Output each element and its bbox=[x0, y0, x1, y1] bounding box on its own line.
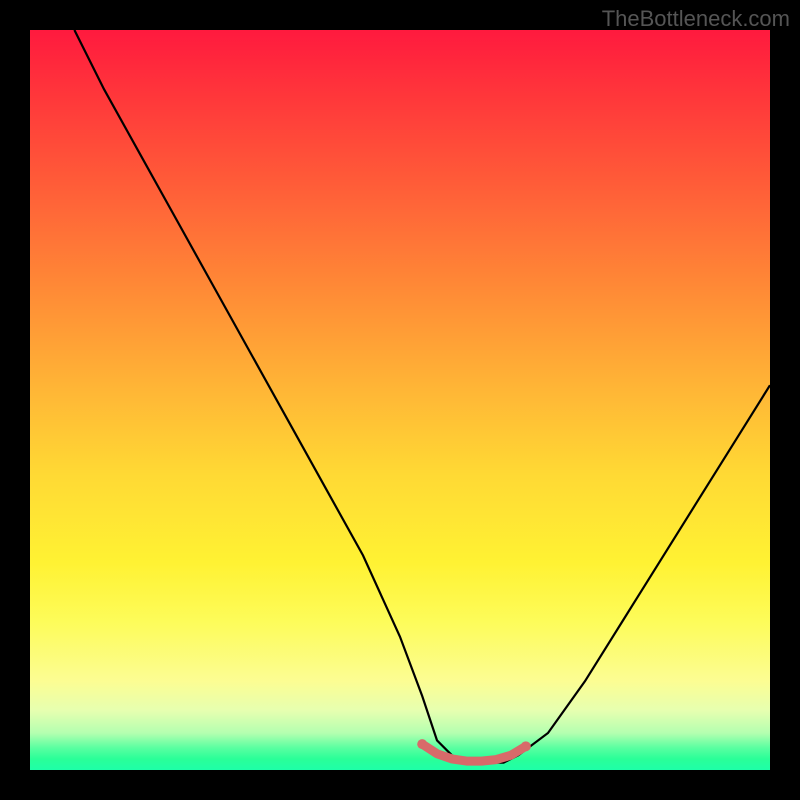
plot-area bbox=[30, 30, 770, 770]
highlight-dot-left bbox=[417, 739, 427, 749]
chart-container: TheBottleneck.com bbox=[0, 0, 800, 800]
highlight-dot-right bbox=[521, 741, 531, 751]
minimum-highlight-path bbox=[422, 744, 526, 761]
watermark-text: TheBottleneck.com bbox=[602, 6, 790, 32]
bottleneck-curve-path bbox=[74, 30, 770, 763]
curve-svg bbox=[30, 30, 770, 770]
